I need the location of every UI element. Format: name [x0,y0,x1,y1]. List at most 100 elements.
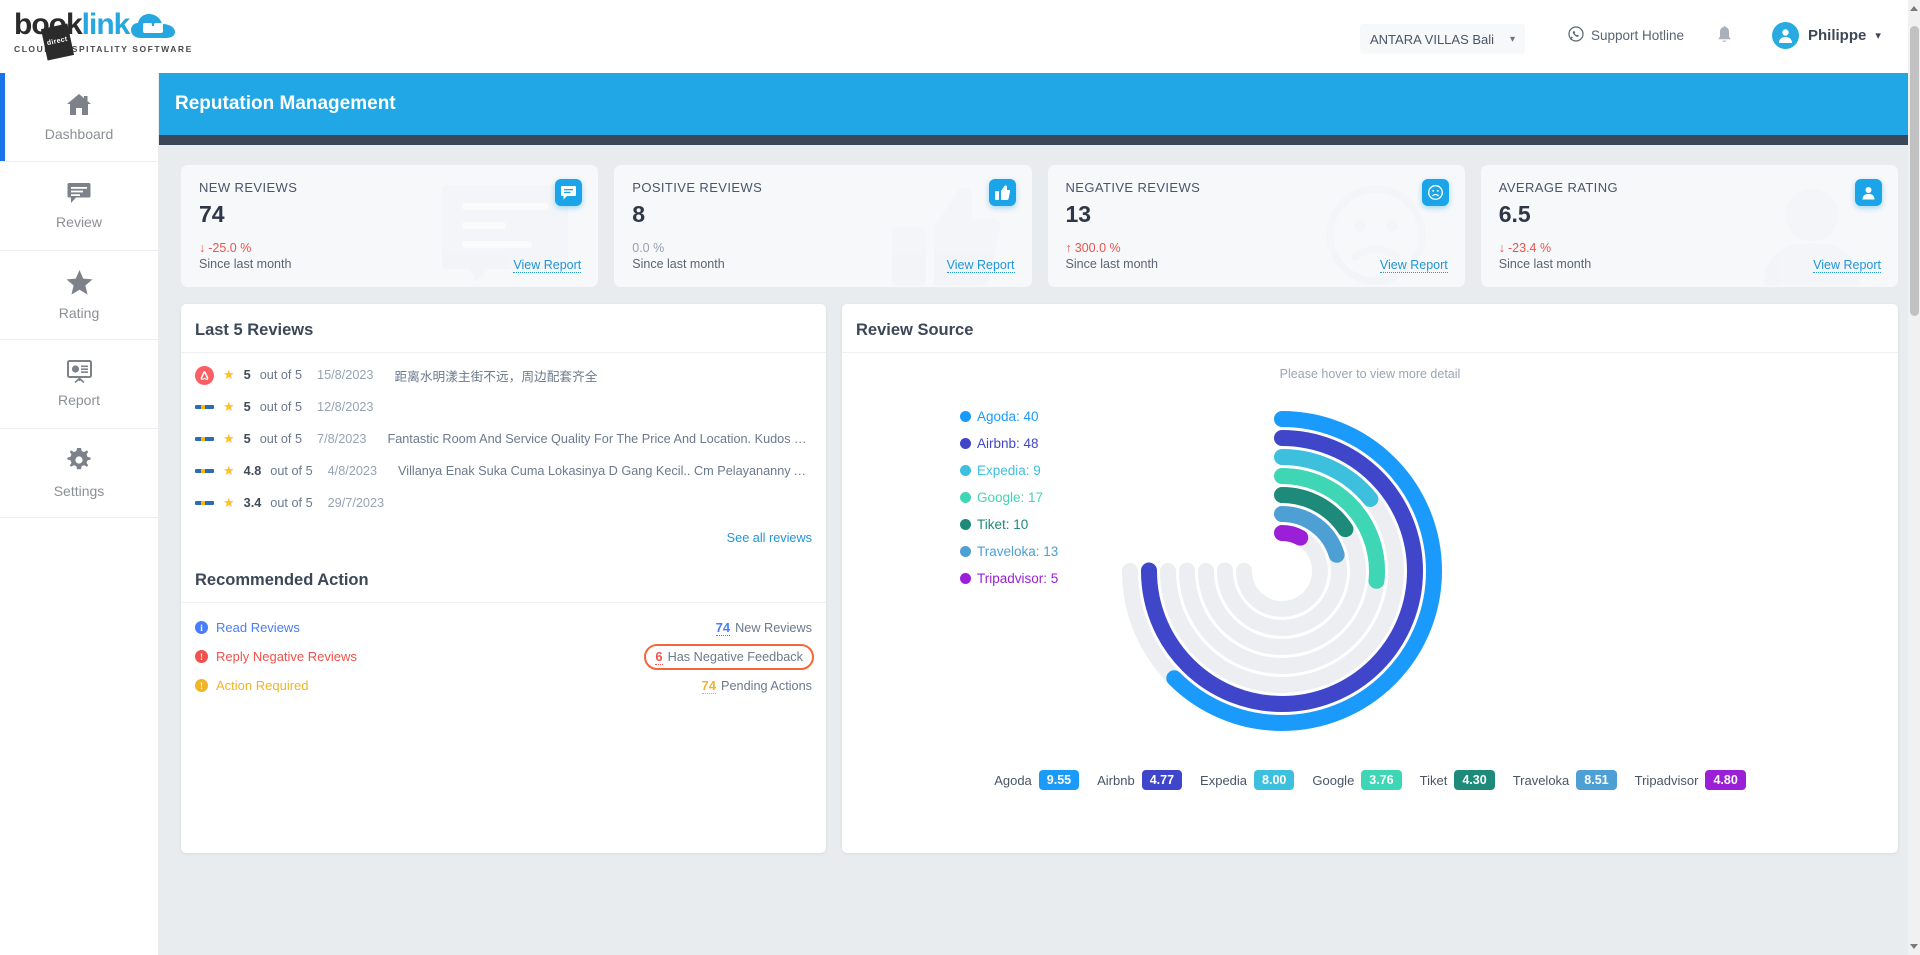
legend-color-swatch [960,573,971,584]
sidebar-item-review[interactable]: Review [0,162,158,251]
arrow-up-icon: ↑ [1065,241,1072,255]
radial-bars[interactable] [1072,371,1492,776]
review-score-suffix: out of 5 [259,432,303,446]
kpi-delta-value: 300.0 % [1074,241,1121,255]
source-name: Traveloka [1512,772,1570,788]
page-scrollbar[interactable] [1908,0,1920,955]
legend-item[interactable]: Agoda: 40 [960,409,1058,424]
source-score[interactable]: Tripadvisor 4.80 [1635,770,1746,790]
home-icon [66,93,92,117]
presentation-chart-icon [66,360,92,383]
legend-color-swatch [960,492,971,503]
property-selector-value: ANTARA VILLAS Bali [1370,31,1495,47]
source-score[interactable]: Traveloka 8.51 [1513,770,1617,790]
list-item[interactable]: ★ 4.8 out of 5 4/8/2023 Villanya Enak Su… [195,455,812,487]
sidebar-item-report[interactable]: Report [0,340,158,429]
scrollbar-thumb[interactable] [1910,26,1919,316]
chevron-down-icon: ▾ [1509,33,1515,45]
view-report-link[interactable]: View Report [946,258,1015,273]
logo-tagline: CLOUD HOSPITALITY SOFTWARE [14,44,193,54]
list-item[interactable]: ★ 5 out of 5 15/8/2023 距离水明漾主街不远，周边配套齐全 [195,359,812,391]
recommended-action-row-reply-negative[interactable]: ! Reply Negative Reviews 6 Has Negative … [195,642,814,671]
legend-item[interactable]: Tiket: 10 [960,517,1058,532]
legend-color-swatch [960,411,971,422]
kpi-delta-value: -23.4 % [1508,241,1552,255]
scroll-down-icon[interactable] [1910,944,1918,949]
property-selector[interactable]: ANTARA VILLAS Bali ▾ [1360,24,1525,54]
review-text: 距离水明漾主街不远，周边配套齐全 [394,369,598,384]
recommended-action-count: 74 [701,677,716,694]
review-list: ★ 5 out of 5 15/8/2023 距离水明漾主街不远，周边配套齐全 … [181,353,826,519]
recommended-action-count: 74 [715,619,731,636]
comment-icon [67,182,91,205]
legend-label: Tripadvisor: 5 [977,571,1059,586]
legend-color-swatch [960,519,971,530]
radial-bar-chart[interactable]: Agoda: 40 Airbnb: 48 Expedia: 9 Google: … [842,381,1898,766]
source-score[interactable]: Agoda 9.55 [994,770,1080,790]
sidebar: Dashboard Review Rating Report Settings [0,73,159,955]
sidebar-item-settings[interactable]: Settings [0,429,158,518]
thumbs-up-icon [988,179,1016,206]
star-icon: ★ [223,399,235,414]
chart-legend: Agoda: 40 Airbnb: 48 Expedia: 9 Google: … [960,409,1058,586]
legend-item[interactable]: Airbnb: 48 [960,436,1058,451]
view-report-link[interactable]: View Report [1379,258,1448,273]
sidebar-item-rating[interactable]: Rating [0,251,158,340]
recommended-action-label: Reply Negative Reviews [216,649,357,664]
user-icon [1855,179,1882,206]
kpi-cards: NEW REVIEWS 74 ↓ -25.0 % Since last mont… [181,165,1898,287]
reviews-panel-title: Last 5 Reviews [181,304,826,353]
legend-item[interactable]: Tripadvisor: 5 [960,571,1058,586]
list-item[interactable]: ★ 3.4 out of 5 29/7/2023 [195,487,812,519]
legend-label: Expedia: 9 [977,463,1041,478]
recommended-action-suffix: Has Negative Feedback [667,649,803,664]
comment-icon [555,179,583,206]
review-score: 3.4 [243,496,262,510]
alert-icon: ! [195,650,208,663]
sidebar-item-label: Dashboard [44,125,114,142]
cloud-bed-icon [131,12,176,38]
kpi-card-negative-reviews: NEGATIVE REVIEWS 13 ↑ 300.0 % Since last… [1047,165,1465,287]
main-content: NEW REVIEWS 74 ↓ -25.0 % Since last mont… [159,145,1920,955]
review-score: 4.8 [243,464,262,478]
legend-item[interactable]: Expedia: 9 [960,463,1058,478]
header-accent-bar [159,135,1920,145]
star-icon: ★ [223,463,235,478]
sidebar-item-label: Report [57,392,101,408]
scroll-up-icon[interactable] [1910,6,1918,11]
review-date: 15/8/2023 [317,368,374,382]
whatsapp-icon [1568,26,1584,45]
legend-item[interactable]: Traveloka: 13 [960,544,1058,559]
arrow-down-icon: ↓ [1498,241,1505,255]
view-report-link[interactable]: View Report [1813,258,1881,273]
recommended-action-row-action-required[interactable]: ! Action Required 74 Pending Actions [195,671,812,700]
list-item[interactable]: ★ 5 out of 5 7/8/2023 Fantastic Room And… [195,423,812,455]
user-menu[interactable]: Philippe ▾ [1772,22,1881,49]
review-score-suffix: out of 5 [270,496,313,510]
notifications-bell-icon[interactable] [1716,26,1733,50]
kpi-card-new-reviews: NEW REVIEWS 74 ↓ -25.0 % Since last mont… [181,165,599,287]
review-date: 4/8/2023 [327,464,378,478]
list-item[interactable]: ★ 5 out of 5 12/8/2023 [195,391,812,423]
app-logo[interactable]: book link direct CLOUD HOSPITALITY SOFTWA… [14,10,194,61]
review-score-suffix: out of 5 [259,400,303,414]
logo-wordmark: book link direct [14,10,194,61]
see-all-reviews-link[interactable]: See all reviews [181,519,826,545]
booking-icon [195,494,214,513]
legend-label: Agoda: 40 [977,409,1039,424]
support-hotline-link[interactable]: Support Hotline [1568,26,1684,45]
booking-icon [195,430,214,449]
view-report-link[interactable]: View Report [513,258,582,273]
booking-icon [195,462,214,481]
legend-label: Traveloka: 13 [977,544,1059,559]
legend-item[interactable]: Google: 17 [960,490,1058,505]
score-badge: 4.80 [1705,770,1746,790]
star-icon: ★ [223,495,235,510]
review-source-title: Review Source [842,304,1898,353]
warning-icon: ! [195,679,208,692]
legend-color-swatch [960,546,971,557]
gear-icon [66,447,92,474]
legend-label: Google: 17 [977,490,1044,505]
sidebar-item-dashboard[interactable]: Dashboard [0,73,158,162]
recommended-action-row-read-reviews[interactable]: i Read Reviews 74 New Reviews [195,613,812,642]
